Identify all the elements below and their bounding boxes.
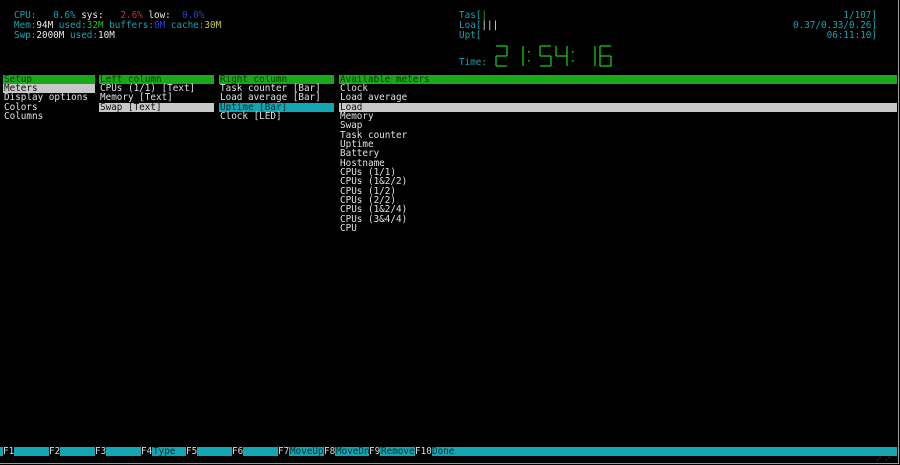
f3-key[interactable]: F3 [95,447,107,456]
list-item[interactable]: Hostname [339,158,897,168]
led-digit [539,45,552,67]
list-item[interactable]: CPUs (1&2/2) [339,177,897,187]
f6-key[interactable]: F6 [232,447,244,456]
resize-grip-icon[interactable]: ⋰⋰ [876,453,894,462]
swp-label: Swp: [14,30,37,41]
clock-label: Time: [459,57,487,68]
left-column-panel: Left column CPUs (1/1) [Text] Memory [Te… [99,75,214,113]
load-label: Loa[||| [459,21,498,30]
list-item[interactable]: CPUs (3&4/4) [339,214,897,224]
list-item[interactable]: CPUs (2/2) [339,196,897,206]
swp-meter: Swp:2000M used:10M [14,31,115,41]
swp-used: 10M [98,30,115,41]
led-digit [495,45,508,67]
led-colon [528,60,530,62]
available-meters-panel: Available meters Clock Load average Load… [339,75,897,234]
f4-key[interactable]: F4 [141,447,153,456]
mem-buffers-label: buffers: [109,20,154,31]
f2-key[interactable]: F2 [49,447,61,456]
led-digit [599,45,612,67]
led-colon [572,60,574,62]
available-meters-header: Available meters [339,75,897,84]
function-key-bar: F1 F2 F3 F4 Type F5 F6 F7 MoveUp F8 Move… [0,447,897,456]
list-item[interactable]: CPUs (1/1) [339,168,897,178]
list-item[interactable]: Load average [339,93,897,103]
f5-key[interactable]: F5 [186,447,198,456]
list-item[interactable]: CPUs (1/2) [339,186,897,196]
list-item[interactable]: Battery [339,149,897,159]
led-digits [495,45,612,67]
f10-key[interactable]: F10 [415,447,432,456]
f10-done-button[interactable]: Done [432,447,454,456]
tasks-label: Tas[| [459,11,487,20]
swp-used-label: used: [70,30,98,41]
mem-buffers: 0M [153,20,166,31]
list-item[interactable]: Memory [339,112,897,122]
setup-item-columns[interactable]: Columns [3,112,95,122]
list-item[interactable]: CPUs (1&2/4) [339,205,897,215]
led-colon [528,51,530,53]
uptime-value: 06:11:10] [826,30,877,41]
list-item[interactable]: Task counter [339,130,897,140]
list-item[interactable]: Swap [339,121,897,131]
list-item[interactable]: Clock [339,84,897,94]
f9-key[interactable]: F9 [369,447,381,456]
mem-cache: 30M [204,20,222,31]
f1-key[interactable]: F1 [3,447,15,456]
mem-cache-label: cache: [170,20,205,31]
f7-key[interactable]: F7 [278,447,290,456]
f8-movedn-button[interactable]: MoveDn [336,447,370,456]
list-item[interactable]: Swap [Text] [99,102,214,113]
f9-remove-button[interactable]: Remove [381,447,415,456]
list-item[interactable]: CPU [339,224,897,234]
uptime-label: Upt[ [459,30,482,41]
swp-total: 2000M [36,30,65,41]
load-value: 0.37/0.33/0.26] [793,20,877,31]
setup-column: Setup Meters Display options Colors Colu… [3,75,95,121]
list-item[interactable]: Uptime [339,140,897,150]
uptime-meter: Upt[ 06:11:10] [459,31,877,41]
f4-type-button[interactable]: Type [153,447,175,456]
load-bar: ||| [481,20,499,31]
led-colon [572,51,574,53]
list-item[interactable]: Clock [LED] [219,112,334,122]
list-item[interactable]: Load [339,102,897,113]
f8-key[interactable]: F8 [324,447,336,456]
load-meter: Loa[||| 0.37/0.33/0.26] [459,21,877,31]
right-column-panel: Right column Task counter [Bar] Load ave… [219,75,334,121]
led-digit [555,46,568,66]
right-meters: Tas[| 1/107] Loa[||| 0.37/0.33/0.26] Upt… [459,11,877,41]
tasks-value: 1/107] [843,10,877,21]
f7-moveup-button[interactable]: MoveUp [290,447,324,456]
